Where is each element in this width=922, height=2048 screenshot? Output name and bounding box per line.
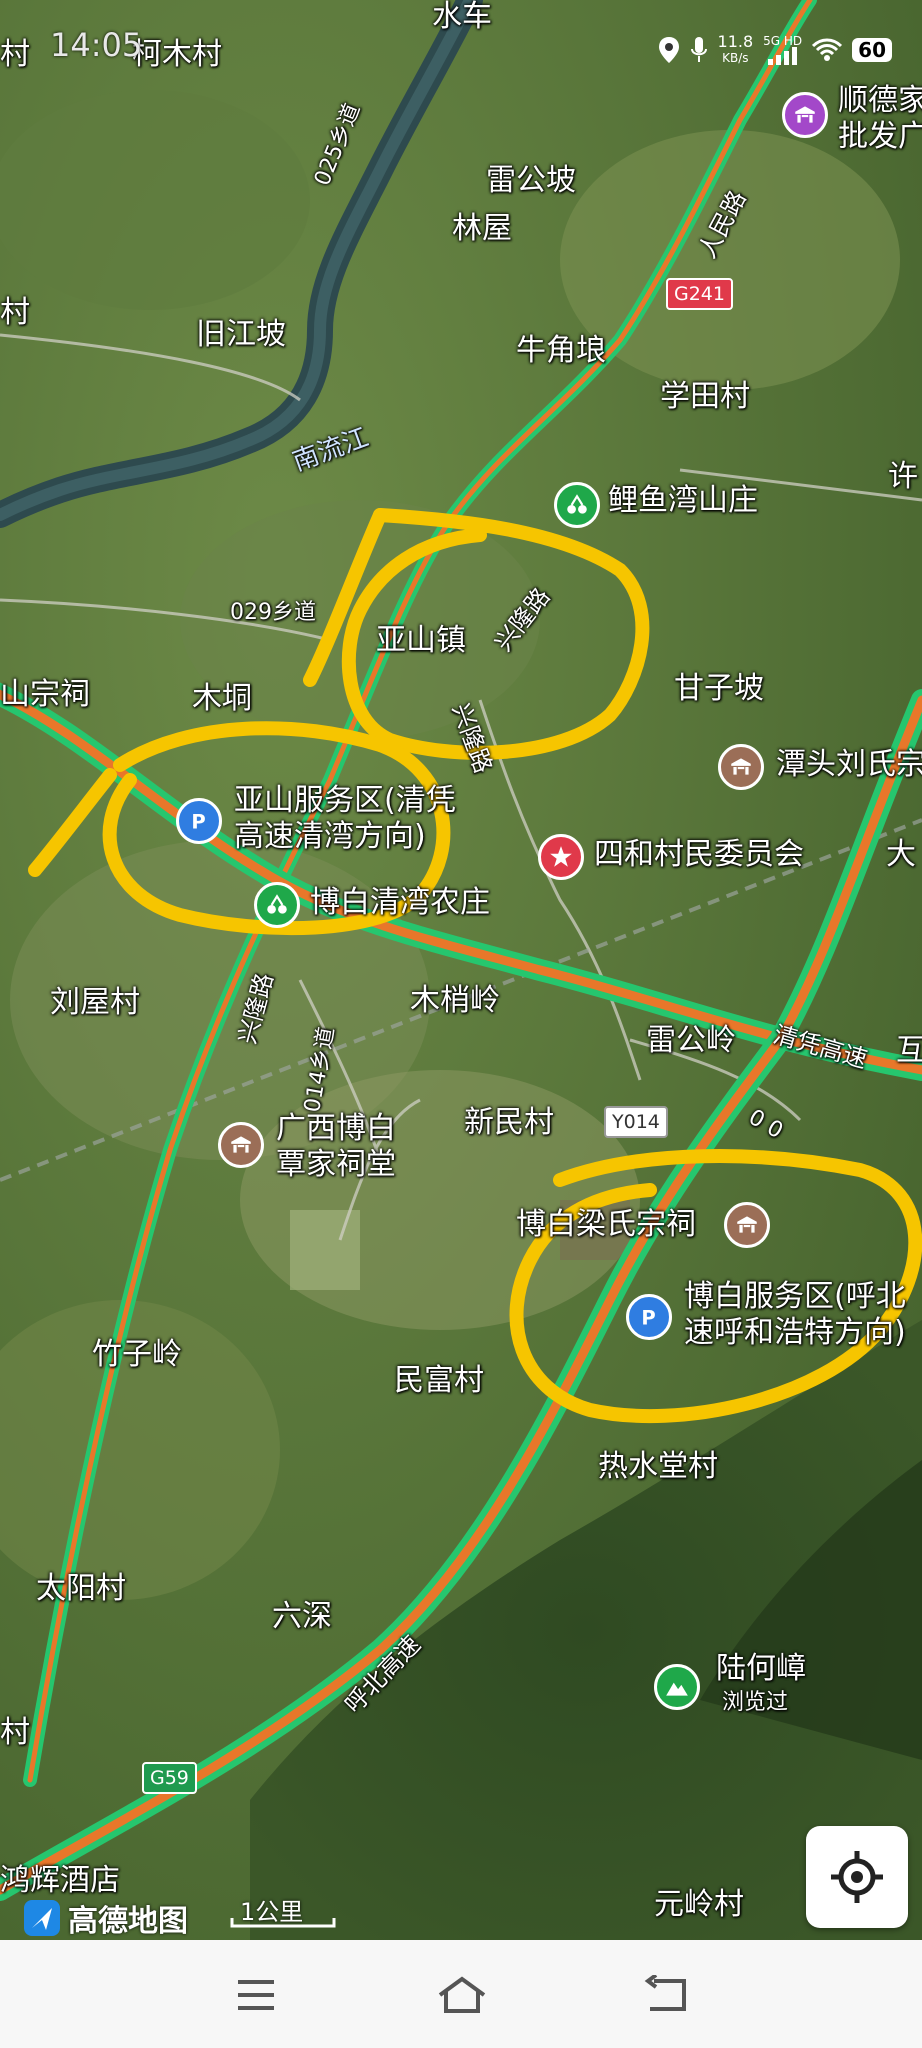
location-icon	[658, 37, 679, 63]
microphone-icon	[690, 37, 707, 62]
menu-button[interactable]	[226, 1970, 286, 2020]
cherry-icon	[267, 894, 287, 914]
place-label: 村	[0, 1715, 30, 1750]
poi-label[interactable]: 博白服务区(呼北	[684, 1279, 906, 1315]
poi-label[interactable]: 四和村民委员会	[594, 837, 804, 873]
status-bar: 14:05 11.8 KB/s 5G HD 60	[0, 0, 922, 65]
poi-sihe[interactable]	[538, 834, 584, 880]
mountain-icon	[666, 1682, 688, 1696]
parking-icon: P	[641, 1307, 655, 1330]
map-scale: 1公里	[230, 1892, 340, 1936]
gate-icon	[231, 1136, 251, 1153]
poi-liyuwan[interactable]	[554, 482, 600, 528]
place-label: 林屋	[452, 211, 512, 246]
gate-icon	[731, 758, 751, 775]
place-label: 大	[886, 837, 916, 872]
road-shield-g241: G241	[666, 278, 733, 310]
poi-tanjia[interactable]	[218, 1122, 264, 1168]
satellite-map[interactable]: 水车 柯木村 雷公坡 林屋 旧江坡 牛角埌 学田村 亚山镇 木垌 甘子坡 刘屋村…	[0, 0, 922, 1940]
status-icons: 11.8 KB/s 5G HD 60	[658, 34, 892, 66]
place-label: 新民村	[464, 1105, 554, 1140]
poi-label[interactable]: 速呼和浩特方向)	[684, 1315, 906, 1351]
map-brand: 高德地图	[22, 1896, 188, 1940]
place-label: 牛角埌	[516, 333, 606, 368]
poi-label[interactable]: 博白清湾农庄	[310, 885, 490, 921]
amap-logo-icon	[24, 1900, 60, 1936]
place-label: 六深	[272, 1599, 332, 1634]
poi-yashan-service-area[interactable]: P	[176, 798, 222, 844]
poi-label[interactable]: 鲤鱼湾山庄	[608, 483, 758, 519]
poi-label[interactable]: 亚山服务区(清凭	[234, 783, 456, 819]
poi-label[interactable]: 顺德家	[838, 83, 922, 119]
cherry-icon	[567, 494, 587, 514]
road-shield-y014: Y014	[604, 1106, 668, 1138]
place-label: 村	[0, 295, 30, 330]
crosshair-icon	[831, 1851, 883, 1903]
poi-bobai-service-area[interactable]: P	[626, 1294, 672, 1340]
cellular-signal: 5G HD	[763, 35, 802, 65]
parking-icon: P	[191, 811, 205, 834]
menu-icon	[238, 1980, 274, 2010]
svg-text:P: P	[191, 811, 205, 834]
poi-label[interactable]: 批发广	[838, 119, 922, 155]
poi-luhezhang[interactable]	[654, 1664, 700, 1710]
place-label: 民富村	[394, 1363, 484, 1398]
place-label: 刘屋村	[50, 985, 140, 1020]
place-label: 木垌	[192, 681, 252, 716]
place-label: 太阳村	[36, 1571, 126, 1606]
back-icon	[644, 1975, 686, 2011]
gate-icon	[795, 106, 815, 123]
network-speed-value: 11.8	[717, 32, 754, 51]
place-label: 甘子坡	[674, 671, 764, 706]
poi-label[interactable]: 高速清湾方向)	[234, 819, 426, 855]
wifi-icon	[812, 38, 843, 61]
place-label: 鸿辉酒店	[0, 1863, 120, 1898]
poi-bobai-farm[interactable]	[254, 882, 300, 928]
place-label: 竹子岭	[92, 1337, 182, 1372]
battery-indicator: 60	[852, 38, 892, 62]
gate-icon	[737, 1216, 757, 1233]
status-time: 14:05	[50, 26, 143, 64]
scale-label: 1公里	[240, 1898, 304, 1926]
poi-tantou[interactable]	[718, 744, 764, 790]
poi-label[interactable]: 覃家祠堂	[276, 1147, 396, 1183]
brand-name: 高德地图	[68, 1904, 188, 1939]
place-label: 木梢岭	[410, 983, 500, 1018]
place-label: 学田村	[660, 379, 750, 414]
place-label: 互	[896, 1033, 922, 1068]
poi-label[interactable]: 陆何嶂	[716, 1651, 806, 1687]
locate-me-button[interactable]	[806, 1826, 908, 1928]
place-label: 雷公坡	[486, 163, 576, 198]
place-label: 旧江坡	[196, 317, 286, 352]
home-button[interactable]	[432, 1970, 492, 2020]
poi-visited-tag: 浏览过	[722, 1690, 789, 1715]
network-type: 5G HD	[763, 34, 803, 48]
map-imagery	[0, 0, 922, 1940]
road-shield-g59: G59	[142, 1762, 197, 1794]
signal-bars-icon	[767, 47, 797, 65]
network-speed-unit: KB/s	[722, 51, 749, 65]
svg-text:P: P	[641, 1307, 655, 1330]
poi-label[interactable]: 广西博白	[276, 1111, 396, 1147]
place-label: 雷公岭	[646, 1023, 736, 1058]
network-speed: 11.8 KB/s	[718, 34, 754, 66]
back-button[interactable]	[636, 1970, 696, 2020]
poi-label[interactable]: 潭头刘氏宗	[776, 747, 922, 783]
home-icon	[438, 1976, 486, 2013]
road-label-029: 029乡道	[230, 600, 316, 625]
place-label: 亚山镇	[376, 623, 466, 658]
place-label: 热水堂村	[598, 1449, 718, 1484]
poi-label[interactable]: 博白梁氏宗祠	[516, 1207, 696, 1243]
place-label: 山宗祠	[0, 677, 90, 712]
poi-liangshi[interactable]	[724, 1202, 770, 1248]
system-navigation-bar	[0, 1940, 922, 2048]
place-label: 元岭村	[654, 1887, 744, 1922]
poi-shunde[interactable]	[782, 92, 828, 138]
star-icon	[550, 846, 572, 867]
place-label: 许	[888, 459, 918, 494]
